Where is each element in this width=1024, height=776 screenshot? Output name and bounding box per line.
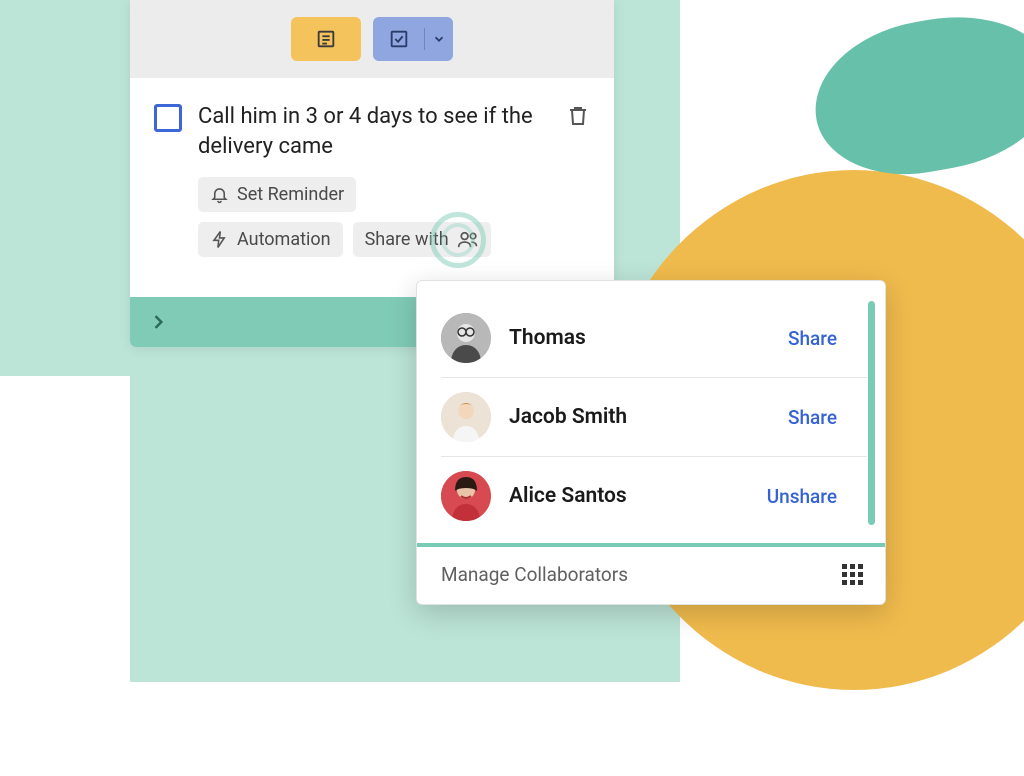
share-with-label: Share with [365,229,449,250]
share-button[interactable]: Share [788,406,847,429]
share-with-button[interactable]: Share with [353,222,491,257]
person-row: Thomas Share [441,299,867,378]
set-reminder-label: Set Reminder [237,184,344,205]
lightning-icon [210,230,229,249]
set-reminder-button[interactable]: Set Reminder [198,177,356,212]
person-name: Alice Santos [509,484,749,508]
apps-grid-icon[interactable] [842,564,863,585]
chevron-right-icon [148,312,168,332]
bell-icon [210,185,229,204]
avatar [441,471,491,521]
automation-button[interactable]: Automation [198,222,343,257]
check-mode-split-button[interactable] [373,17,453,61]
manage-collaborators-link[interactable]: Manage Collaborators [441,563,628,586]
share-popup: Thomas Share Jacob Smith Share [416,280,886,605]
avatar [441,392,491,442]
avatar [441,313,491,363]
scrollbar[interactable] [868,301,875,525]
person-row: Jacob Smith Share [441,378,867,457]
person-name: Jacob Smith [509,405,770,429]
task-checkbox[interactable] [154,104,182,132]
task-text: Call him in 3 or 4 days to see if the de… [198,102,550,161]
automation-label: Automation [237,229,331,250]
check-mode-button[interactable] [373,28,425,50]
unshare-button[interactable]: Unshare [767,485,847,508]
note-mode-button[interactable] [291,17,361,61]
share-button[interactable]: Share [788,327,847,350]
delete-button[interactable] [566,102,590,128]
check-mode-dropdown[interactable] [425,32,453,46]
person-row: Alice Santos Unshare [441,457,867,535]
person-name: Thomas [509,326,770,350]
people-icon [457,230,479,249]
card-header-toolbar [130,0,614,78]
